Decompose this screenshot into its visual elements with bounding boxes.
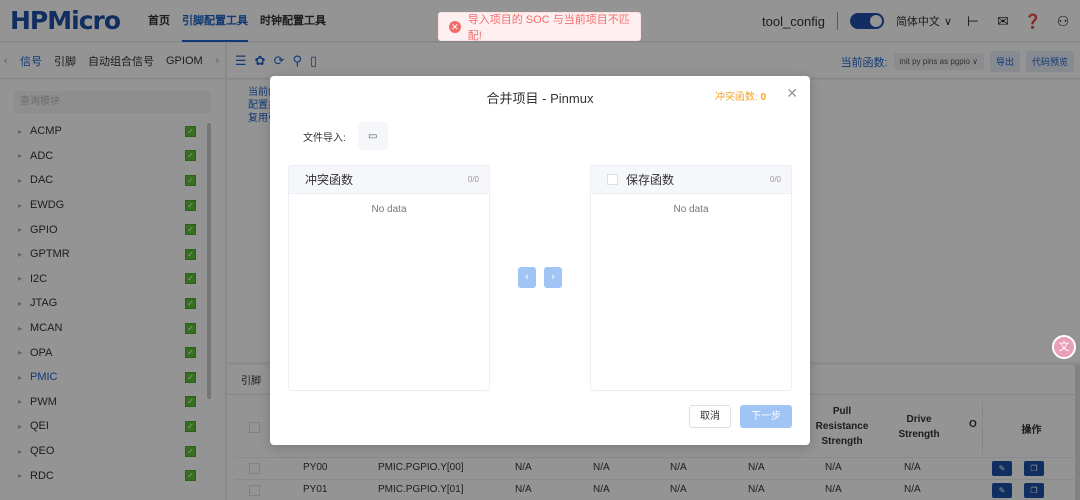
close-icon[interactable]: ✕ (786, 85, 798, 102)
panel-header: 冲突函数 0/0 (289, 166, 489, 194)
file-import-row: 文件导入: ▭ (303, 122, 388, 150)
file-import-label: 文件导入: (303, 132, 346, 144)
toast-message: 导入项目的 SOC 与当前项目不匹配! (467, 13, 630, 42)
empty-state: No data (371, 204, 407, 215)
error-toast: ✕ 导入项目的 SOC 与当前项目不匹配! (438, 12, 641, 42)
conflict-label: 冲突函数: (714, 92, 758, 103)
next-step-button[interactable]: 下一步 (740, 405, 792, 428)
select-all-checkbox[interactable] (607, 174, 618, 185)
cancel-button[interactable]: 取消 (689, 405, 731, 428)
chevron-right-icon[interactable]: › (544, 267, 562, 288)
panel-title: 保存函数 (626, 173, 675, 187)
conflict-count: 0 (760, 92, 766, 103)
panel-header: 保存函数 0/0 (591, 166, 791, 194)
save-functions-panel: 保存函数 0/0 No data (590, 165, 792, 391)
panel-count: 0/0 (769, 175, 781, 184)
error-circle-icon: ✕ (449, 20, 461, 33)
empty-state: No data (673, 204, 709, 215)
transfer-buttons: ‹ › (518, 267, 562, 288)
merge-project-dialog: 合并项目 - Pinmux 冲突函数: 0 ✕ 文件导入: ▭ 冲突函数 0/0… (270, 76, 810, 445)
translate-icon[interactable]: 文 (1052, 335, 1076, 359)
conflict-functions-panel: 冲突函数 0/0 No data (288, 165, 490, 391)
panel-title: 冲突函数 (305, 173, 354, 187)
folder-open-icon[interactable]: ▭ (357, 122, 388, 150)
conflict-count-label: 冲突函数: 0 (715, 88, 766, 103)
panel-count: 0/0 (467, 175, 479, 184)
chevron-left-icon[interactable]: ‹ (518, 267, 536, 288)
